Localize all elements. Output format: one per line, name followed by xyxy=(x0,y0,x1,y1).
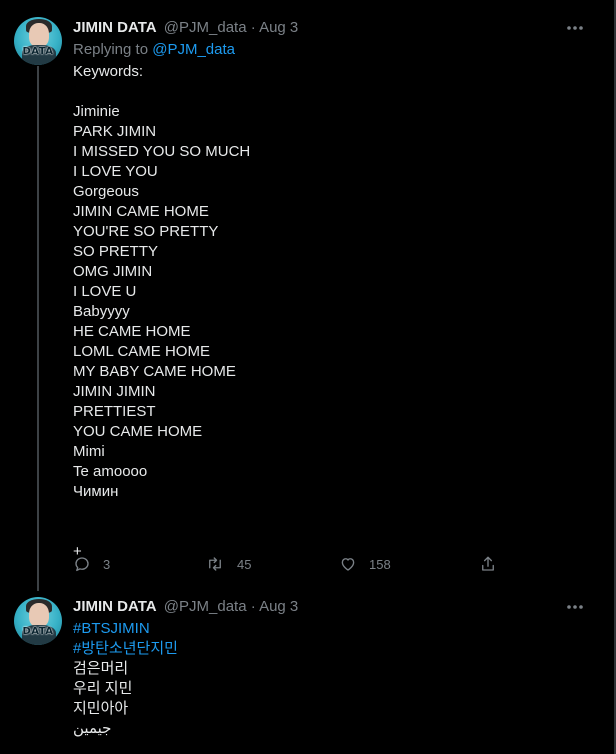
author-name[interactable]: JIMIN DATA xyxy=(73,598,157,615)
tweet-text-line: Jiminie xyxy=(73,103,120,120)
tweet[interactable]: DATA JIMIN DATA @PJM_data · Aug 3 #BTSJI… xyxy=(0,592,614,754)
heart-icon xyxy=(341,558,355,571)
tweet-text-line: OMG JIMIN xyxy=(73,263,153,280)
tweet-text-line: Te amoooo xyxy=(73,463,148,480)
tweet-text: Keywords: Jiminie PARK JIMIN I MISSED YOU … xyxy=(73,62,584,562)
tweet-actions: 3 45 158 xyxy=(73,553,513,575)
more-options-button[interactable] xyxy=(560,18,590,38)
hashtag-link[interactable]: #방탄소년단지민 xyxy=(73,640,178,657)
tweet-text-line: JIMIN JIMIN xyxy=(73,383,156,400)
tweet-text-line: JIMIN CAME HOME xyxy=(73,203,209,220)
retweet-count: 45 xyxy=(237,556,252,572)
tweet-text-line: 검은머리 xyxy=(73,660,129,677)
tweet-text-line: Mimi xyxy=(73,443,105,460)
avatar-face xyxy=(29,603,49,627)
tweet-text-line: Keywords: xyxy=(73,63,144,80)
reply-icon xyxy=(75,557,89,572)
tweet-text-line: PARK JIMIN xyxy=(73,123,157,140)
avatar-face xyxy=(29,23,49,47)
tweet-text-line: MY BABY CAME HOME xyxy=(73,363,236,380)
reply-button[interactable]: 3 xyxy=(73,553,110,575)
replying-to-prefix: Replying to xyxy=(73,41,149,58)
separator-dot: · xyxy=(250,19,256,36)
share-button[interactable] xyxy=(479,553,497,575)
separator-dot: · xyxy=(250,598,256,615)
avatar[interactable]: DATA xyxy=(14,17,62,65)
tweet-header: JIMIN DATA @PJM_data · Aug 3 xyxy=(73,18,584,38)
author-handle[interactable]: @PJM_data xyxy=(164,19,247,36)
author-name[interactable]: JIMIN DATA xyxy=(73,19,157,36)
tweet-text-line: YOU'RE SO PRETTY xyxy=(73,223,219,240)
tweet-text-line: I LOVE YOU xyxy=(73,163,158,180)
tweet-text-line: I MISSED YOU SO MUCH xyxy=(73,143,251,160)
replying-to-mention[interactable]: @PJM_data xyxy=(152,41,235,58)
more-options-button[interactable] xyxy=(560,597,590,617)
avatar-logo-text: DATA xyxy=(22,626,54,637)
avatar[interactable]: DATA xyxy=(14,597,62,645)
tweet-text-line: SO PRETTY xyxy=(73,243,159,260)
tweet-text-line: YOU CAME HOME xyxy=(73,423,203,440)
tweet-text-line: Чимин xyxy=(73,483,119,500)
tweet-date[interactable]: Aug 3 xyxy=(259,19,298,36)
hashtag-link[interactable]: #BTSJIMIN xyxy=(73,620,150,637)
replying-to: Replying to @PJM_data xyxy=(73,40,235,60)
like-button[interactable]: 158 xyxy=(339,553,391,575)
tweet-text-line: Babyyyy xyxy=(73,303,130,320)
tweet-text-line: LOML CAME HOME xyxy=(73,343,210,360)
tweet-text-line: PRETTIEST xyxy=(73,403,156,420)
reply-count: 3 xyxy=(103,556,111,572)
more-icon xyxy=(567,26,583,30)
tweet-text-line: HE CAME HOME xyxy=(73,323,191,340)
tweet-text: #BTSJIMIN #방탄소년단지민 검은머리 우리 지민 지민아아 جيمين xyxy=(73,619,584,739)
author-handle[interactable]: @PJM_data xyxy=(164,598,247,615)
tweet-text-line: 우리 지민 xyxy=(73,680,133,697)
tweet-text-line: I LOVE U xyxy=(73,283,137,300)
like-count: 158 xyxy=(369,556,391,572)
retweet-icon xyxy=(209,557,221,571)
retweet-button[interactable]: 45 xyxy=(205,553,251,575)
more-icon xyxy=(567,605,583,609)
avatar-logo-text: DATA xyxy=(22,46,54,57)
tweet-text-line: 지민아아 xyxy=(73,700,129,717)
tweet-date[interactable]: Aug 3 xyxy=(259,598,298,615)
share-icon xyxy=(482,556,494,571)
tweet-text-line: جيمين xyxy=(73,720,112,737)
tweet-header: JIMIN DATA @PJM_data · Aug 3 xyxy=(73,597,584,617)
timeline-thread: DATA JIMIN DATA @PJM_data · Aug 3 Replyi… xyxy=(0,0,616,754)
tweet[interactable]: DATA JIMIN DATA @PJM_data · Aug 3 Replyi… xyxy=(0,0,614,592)
tweet-text-line: Gorgeous xyxy=(73,183,139,200)
